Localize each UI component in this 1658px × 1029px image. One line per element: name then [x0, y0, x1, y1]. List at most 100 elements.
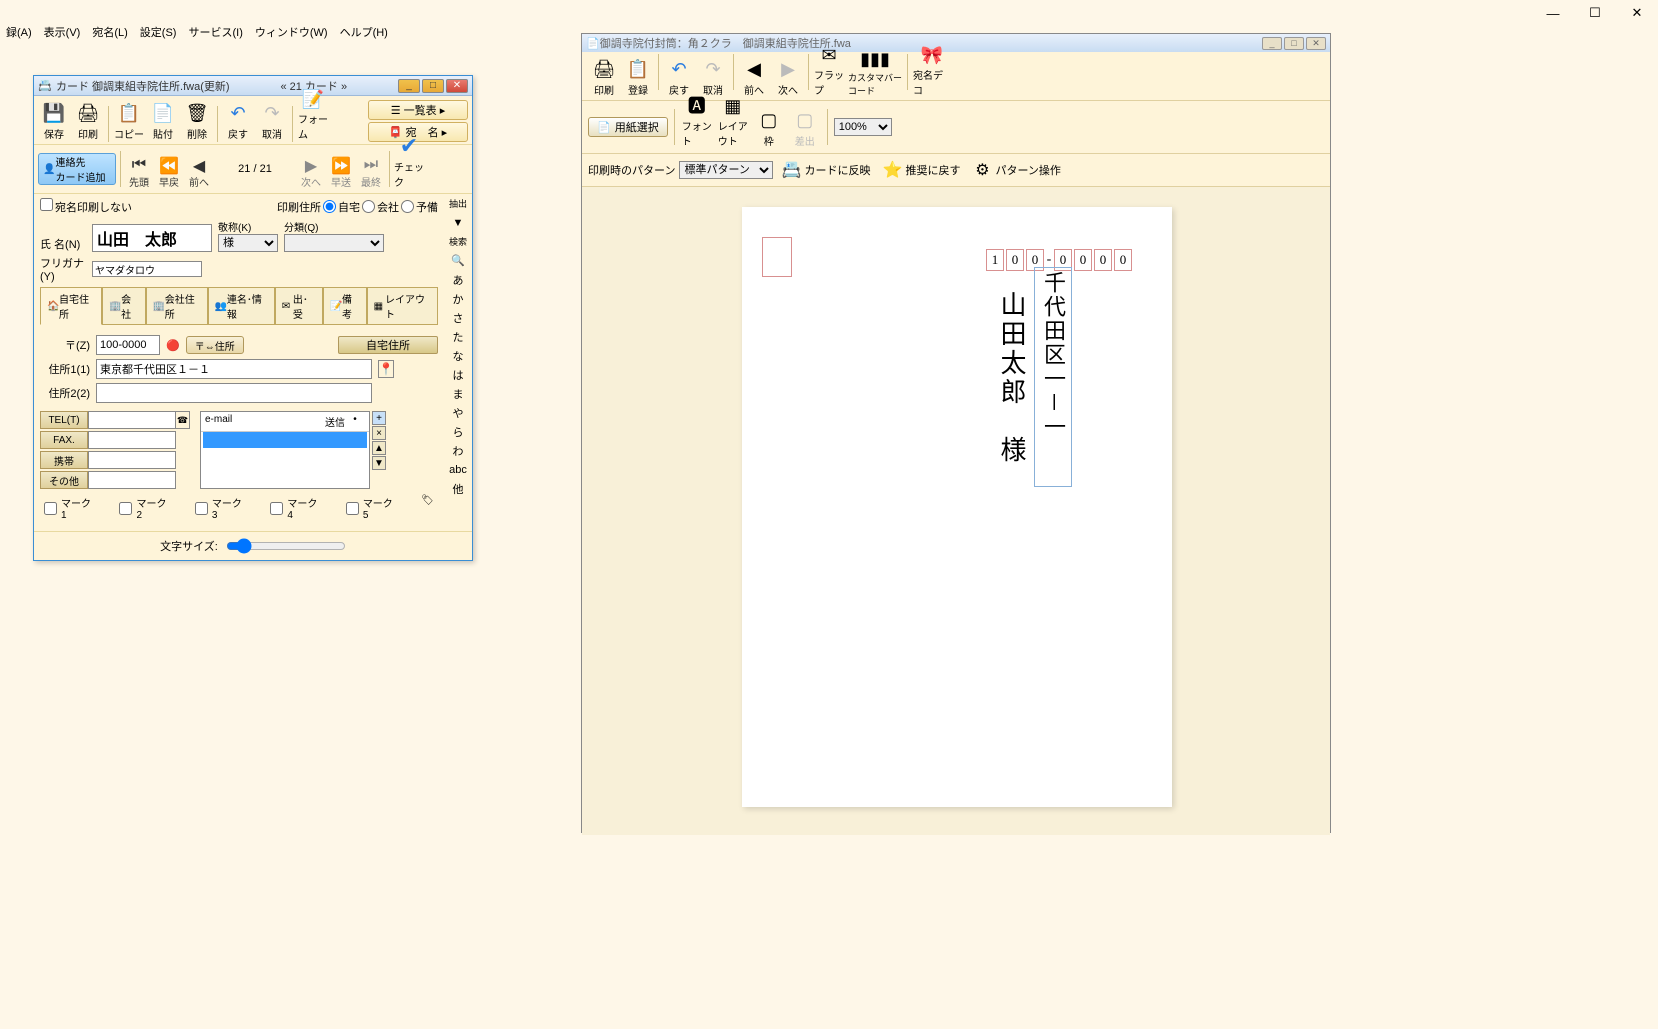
- menu-view[interactable]: 表示(V): [40, 22, 85, 42]
- cancel-button[interactable]: ↷取消: [256, 98, 288, 142]
- tab-layout[interactable]: ▦レイアウト: [367, 287, 438, 324]
- nav-prev-button[interactable]: ◀前へ: [185, 149, 213, 189]
- preview-close-button[interactable]: ✕: [1306, 37, 1326, 50]
- menu-settings[interactable]: 設定(S): [136, 22, 181, 42]
- map-pin-icon[interactable]: 📍: [378, 360, 394, 378]
- index-abc[interactable]: abc: [446, 460, 470, 479]
- layout-button[interactable]: ▦レイアウト: [717, 105, 749, 149]
- tab-notes[interactable]: 📝備考: [323, 287, 367, 324]
- email-row-selected[interactable]: [203, 432, 367, 448]
- mark4-checkbox[interactable]: マーク4: [270, 495, 321, 521]
- preview-next-button[interactable]: ▶次へ: [772, 54, 804, 98]
- name-input[interactable]: [92, 224, 212, 252]
- preview-maximize-button[interactable]: □: [1284, 37, 1304, 50]
- home-address-button[interactable]: 自宅住所: [338, 336, 438, 354]
- register-button[interactable]: 📋登録: [622, 54, 654, 98]
- index-wa[interactable]: わ: [446, 441, 470, 460]
- index-ya[interactable]: や: [446, 403, 470, 422]
- recipient-name-vertical[interactable]: 山田太郎 様: [991, 289, 1032, 489]
- check-button[interactable]: ✔チェック: [394, 149, 424, 189]
- mark2-checkbox[interactable]: マーク2: [119, 495, 170, 521]
- mark1-checkbox[interactable]: マーク1: [44, 495, 95, 521]
- print-button[interactable]: 🖨印刷: [72, 98, 104, 142]
- menu-record[interactable]: 録(A): [2, 22, 36, 42]
- recommend-button[interactable]: ⭐推奨に戻す: [878, 158, 964, 182]
- no-print-checkbox[interactable]: 宛名印刷しない: [40, 198, 132, 215]
- reflect-button[interactable]: 📇カードに反映: [777, 158, 874, 182]
- preview-minimize-button[interactable]: _: [1262, 37, 1282, 50]
- radio-home[interactable]: 自宅: [323, 199, 360, 215]
- email-up-button[interactable]: ▲: [372, 441, 386, 455]
- maximize-button[interactable]: ☐: [1574, 1, 1616, 25]
- honorific-select[interactable]: 様: [218, 234, 278, 252]
- flap-button[interactable]: ✉フラップ: [813, 54, 845, 98]
- addr1-input[interactable]: [96, 359, 372, 379]
- close-button[interactable]: ✕: [1616, 1, 1658, 25]
- radio-company[interactable]: 会社: [362, 199, 399, 215]
- envelope-preview[interactable]: 1 0 0 - 0 0 0 0 千代田区一－一 山田太郎 様: [742, 207, 1172, 807]
- card-titlebar[interactable]: 📇 カード 御調東組寺院住所.fwa(更新) « 21 カード » _ □ ✕: [34, 76, 472, 96]
- mark5-checkbox[interactable]: マーク5: [346, 495, 397, 521]
- preview-prev-button[interactable]: ◀前へ: [738, 54, 770, 98]
- preview-canvas[interactable]: 1 0 0 - 0 0 0 0 千代田区一－一 山田太郎 様: [582, 187, 1330, 835]
- pattern-op-button[interactable]: ⚙パターン操作: [968, 158, 1064, 182]
- form-button[interactable]: 📝フォーム: [297, 98, 329, 142]
- email-list[interactable]: e-mail送信•: [200, 411, 370, 489]
- tab-home-addr[interactable]: 🏠自宅住所: [40, 287, 102, 325]
- postal-convert-button[interactable]: 〒⇔住所: [186, 336, 244, 354]
- tab-joint-info[interactable]: 👥連名･情報: [208, 287, 275, 324]
- menu-help[interactable]: ヘルプ(H): [336, 22, 392, 42]
- preview-titlebar[interactable]: 📄 御調寺院付封筒：角２クラ 御調東組寺院住所.fwa _ □ ✕: [582, 34, 1330, 52]
- card-minimize-button[interactable]: _: [398, 79, 420, 93]
- menu-window[interactable]: ウィンドウ(W): [251, 22, 332, 42]
- postal-lookup-icon[interactable]: 🔴: [166, 339, 180, 352]
- barcode-button[interactable]: ▮▮▮カスタマバーコード: [847, 54, 903, 98]
- index-other[interactable]: 他: [446, 479, 470, 498]
- mark-icon[interactable]: 🏷: [421, 495, 434, 521]
- nav-first-button[interactable]: ⏮先頭: [125, 149, 153, 189]
- tab-sent-recv[interactable]: ✉出･受: [275, 287, 323, 324]
- font-size-slider[interactable]: [226, 538, 346, 554]
- addr2-input[interactable]: [96, 383, 372, 403]
- tab-company[interactable]: 🏢会社: [102, 287, 146, 324]
- sender-postal-box[interactable]: [762, 237, 792, 277]
- extract-button[interactable]: 抽出: [446, 194, 470, 213]
- index-ka[interactable]: か: [446, 289, 470, 308]
- email-down-button[interactable]: ▼: [372, 456, 386, 470]
- font-button[interactable]: 🅰フォント: [681, 105, 713, 149]
- mobile-input[interactable]: [88, 451, 176, 469]
- pattern-select[interactable]: 標準パターン: [679, 161, 773, 179]
- copy-button[interactable]: 📋コピー: [113, 98, 145, 142]
- recipient-address-vertical[interactable]: 千代田区一－一: [1034, 267, 1072, 487]
- frame-button[interactable]: ▢枠: [753, 105, 785, 149]
- preview-print-button[interactable]: 🖨印刷: [588, 54, 620, 98]
- nav-next-button[interactable]: ▶次へ: [297, 149, 325, 189]
- search-button[interactable]: 検索: [446, 232, 470, 251]
- sender-button[interactable]: ▢差出: [789, 105, 821, 149]
- delete-button[interactable]: 🗑削除: [181, 98, 213, 142]
- tab-company-addr[interactable]: 🏢会社住所: [146, 287, 208, 324]
- kana-input[interactable]: [92, 261, 202, 277]
- index-ma[interactable]: ま: [446, 384, 470, 403]
- deco-button[interactable]: 🎀宛名デコ: [912, 54, 952, 98]
- email-remove-button[interactable]: ×: [372, 426, 386, 440]
- radio-spare[interactable]: 予備: [401, 199, 438, 215]
- minimize-button[interactable]: —: [1532, 1, 1574, 25]
- save-button[interactable]: 💾保存: [38, 98, 70, 142]
- undo-button[interactable]: ↶戻す: [222, 98, 254, 142]
- contact-add-button[interactable]: 👤連絡先 カード追加: [38, 153, 116, 185]
- paste-button[interactable]: 📄貼付: [147, 98, 179, 142]
- index-sa[interactable]: さ: [446, 308, 470, 327]
- menu-atena[interactable]: 宛名(L): [88, 22, 131, 42]
- zoom-select[interactable]: 100%: [834, 118, 892, 136]
- category-select[interactable]: [284, 234, 384, 252]
- index-a[interactable]: あ: [446, 270, 470, 289]
- index-ta[interactable]: た: [446, 327, 470, 346]
- index-ha[interactable]: は: [446, 365, 470, 384]
- nav-fastfwd-button[interactable]: ⏩早送: [327, 149, 355, 189]
- card-maximize-button[interactable]: □: [422, 79, 444, 93]
- menu-service[interactable]: サービス(I): [184, 22, 246, 42]
- filter-icon[interactable]: ▼: [446, 213, 470, 232]
- phone-icon[interactable]: ☎: [176, 411, 190, 429]
- tel-input[interactable]: [88, 411, 176, 429]
